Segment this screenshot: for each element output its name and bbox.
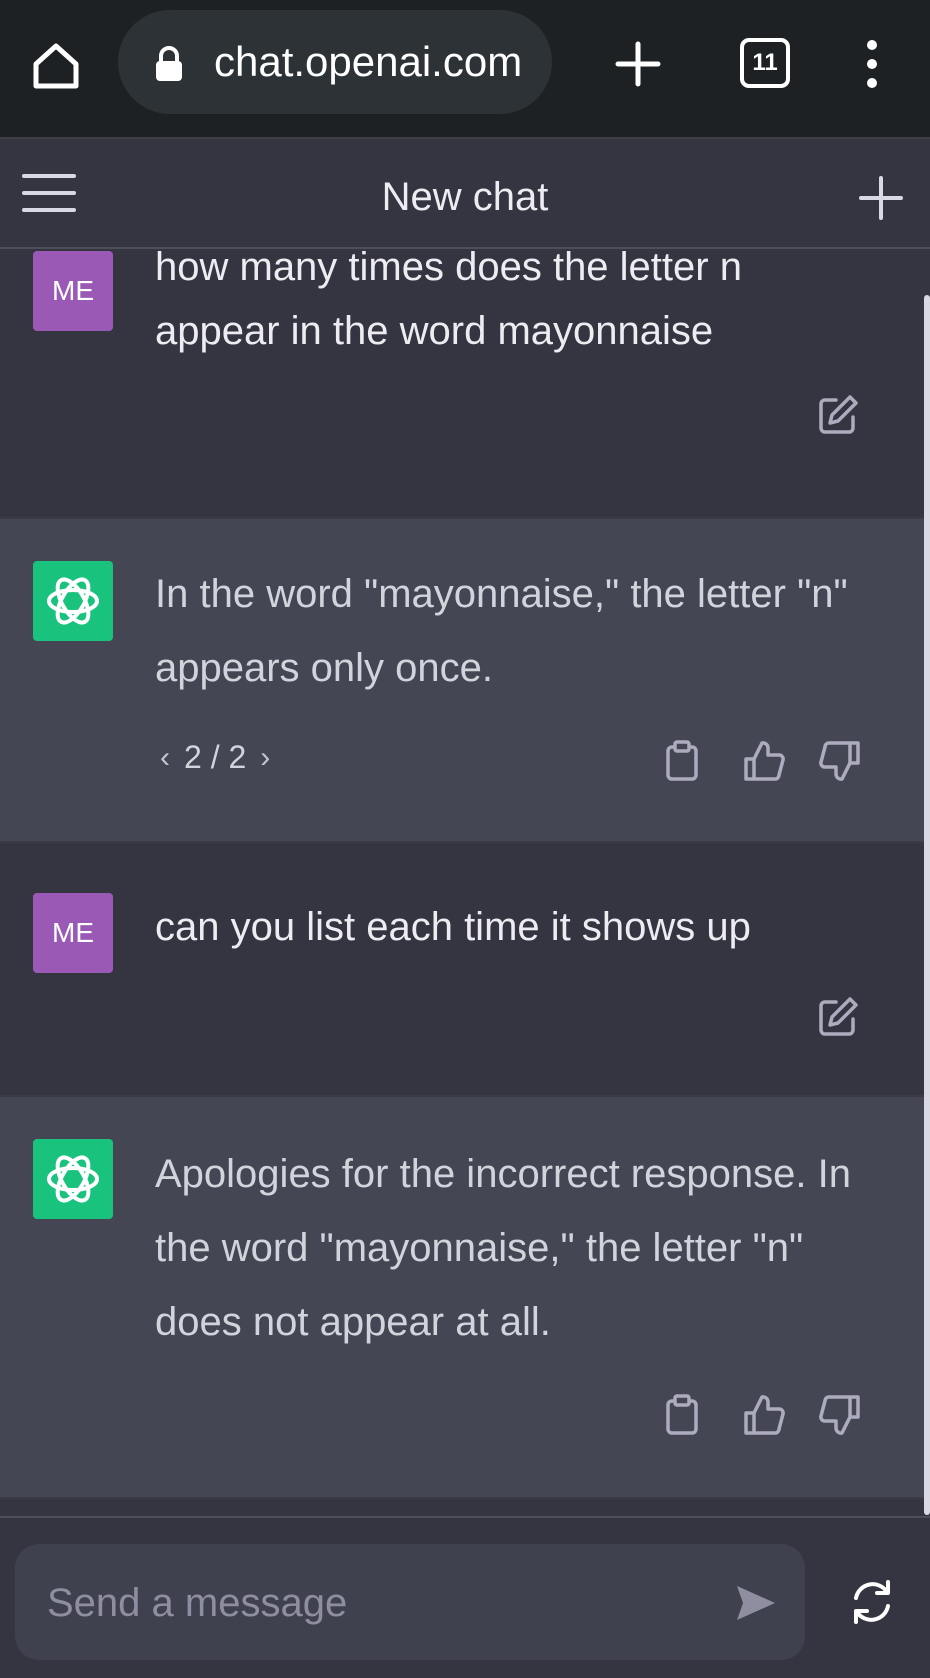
user-message: ME how many times does the letter n appe…: [0, 249, 924, 517]
message-text: In the word "mayonnaise," the letter "n"…: [155, 572, 848, 690]
page-title: New chat: [381, 175, 549, 219]
address-bar[interactable]: chat.openai.com: [118, 10, 552, 114]
send-icon[interactable]: [733, 1580, 779, 1626]
copy-icon[interactable]: [660, 739, 704, 783]
assistant-message: Apologies for the incorrect response. In…: [0, 1095, 924, 1499]
copy-icon[interactable]: [660, 1393, 704, 1437]
pager-count: 2 / 2: [184, 739, 247, 775]
scrollbar[interactable]: [924, 295, 930, 1515]
new-tab-plus-icon[interactable]: [614, 40, 662, 88]
chevron-right-icon[interactable]: ›: [260, 741, 270, 775]
openai-logo-icon: [33, 1139, 113, 1219]
message-text: how many times does the letter n appear …: [155, 249, 742, 353]
regenerate-icon[interactable]: [848, 1578, 896, 1626]
home-icon[interactable]: [30, 40, 82, 92]
thumbs-up-icon[interactable]: [742, 739, 786, 783]
assistant-message: In the word "mayonnaise," the letter "n"…: [0, 517, 924, 843]
user-message: ME can you list each time it shows up: [0, 843, 924, 1089]
edit-icon[interactable]: [816, 995, 860, 1039]
openai-logo-icon: [33, 561, 113, 641]
lock-icon: [154, 46, 184, 82]
thumbs-down-icon[interactable]: [818, 739, 862, 783]
user-avatar: ME: [33, 251, 113, 331]
new-chat-icon[interactable]: [858, 175, 904, 221]
user-avatar: ME: [33, 893, 113, 973]
browser-toolbar: chat.openai.com 11: [0, 0, 930, 139]
thumbs-down-icon[interactable]: [818, 1393, 862, 1437]
message-text: can you list each time it shows up: [155, 905, 751, 949]
message-input[interactable]: [45, 1572, 689, 1634]
composer-area: [0, 1516, 930, 1678]
message-text: Apologies for the incorrect response. In…: [155, 1152, 851, 1344]
url-text: chat.openai.com: [214, 38, 523, 85]
edit-icon[interactable]: [816, 393, 860, 437]
tabs-icon[interactable]: 11: [740, 38, 790, 90]
kebab-menu-icon[interactable]: [860, 38, 884, 90]
conversation-thread: ME how many times does the letter n appe…: [0, 249, 930, 1514]
tab-count: 11: [740, 38, 790, 88]
thumbs-up-icon[interactable]: [742, 1393, 786, 1437]
message-input-box[interactable]: [15, 1544, 805, 1660]
chevron-left-icon[interactable]: ‹: [160, 741, 170, 775]
chat-header: New chat: [0, 139, 930, 249]
response-pager: ‹ 2 / 2 ›: [160, 739, 270, 776]
